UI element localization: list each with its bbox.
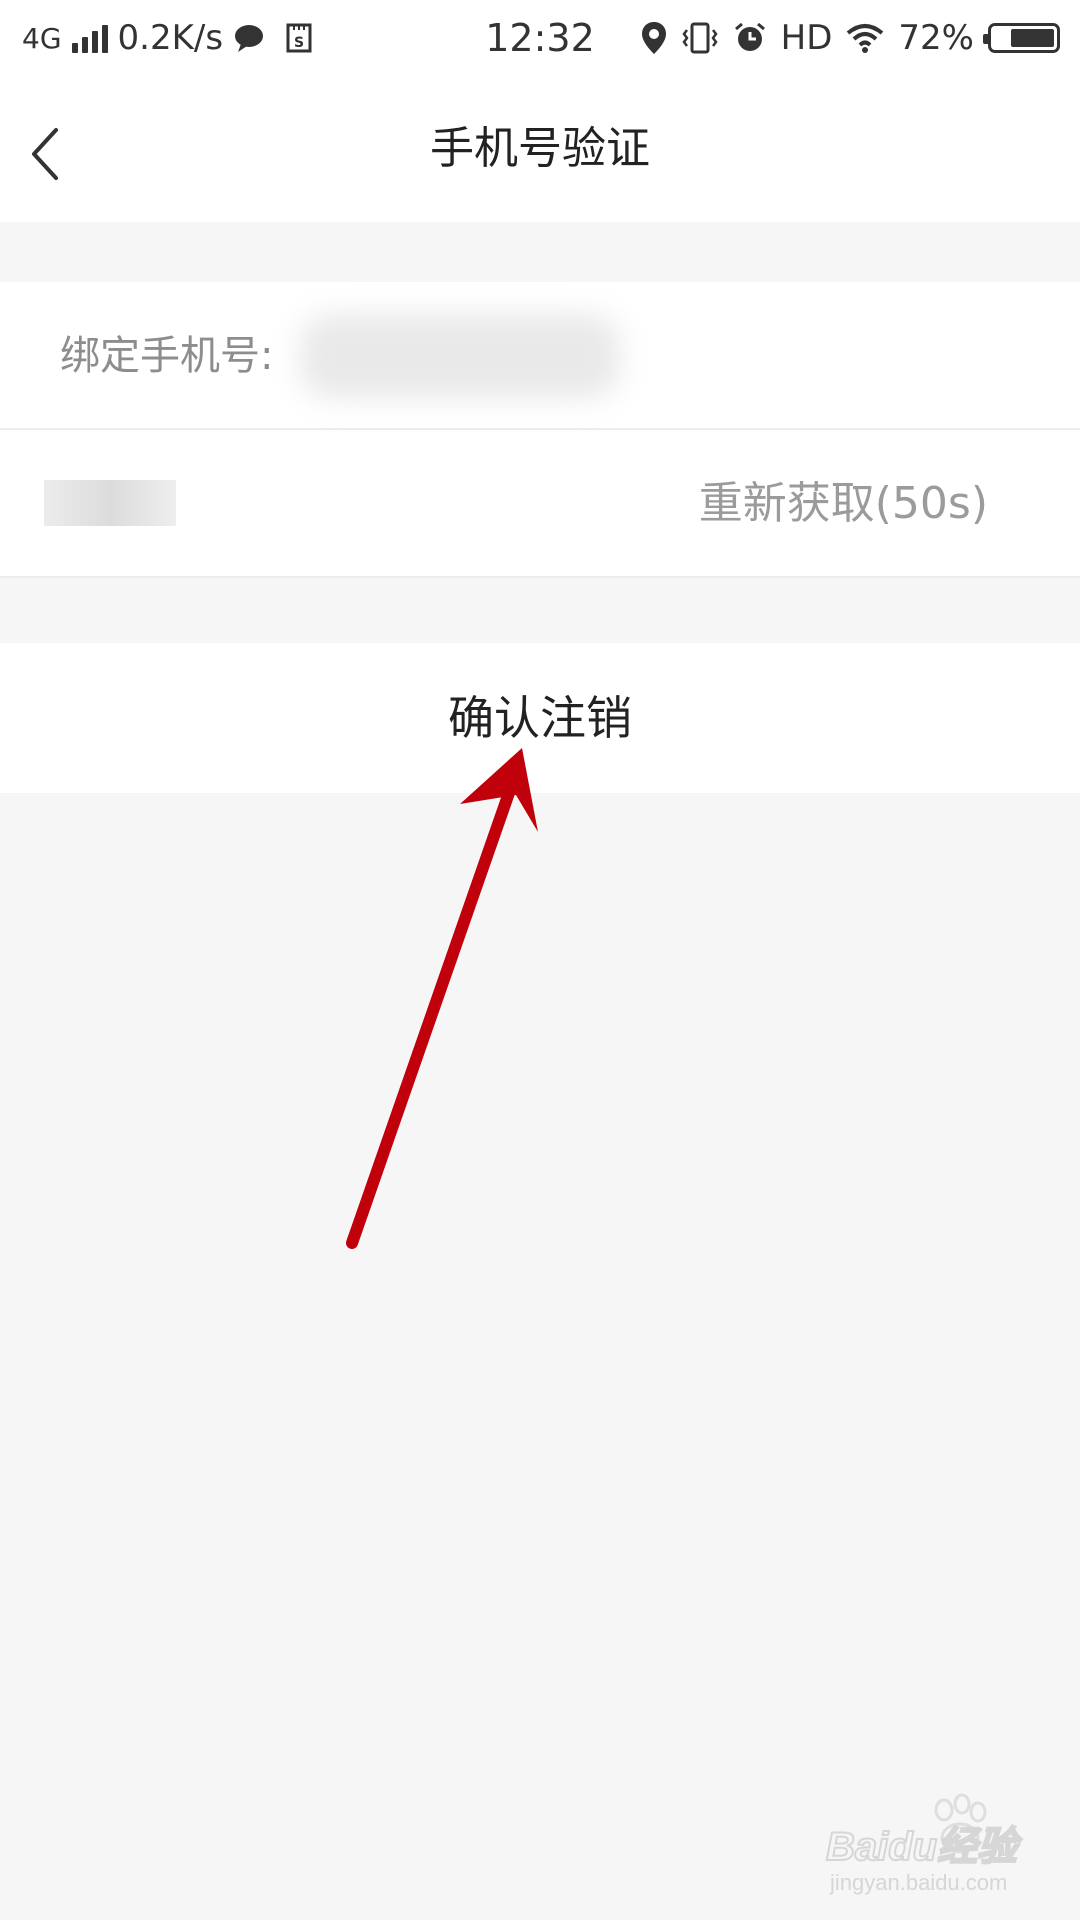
confirm-cancel-account-button[interactable]: 确认注销 bbox=[0, 643, 1080, 793]
status-bar: 4G 0.2K/s S 12:32 HD 72% bbox=[0, 0, 1080, 76]
verification-code-row: 重新获取(50s) bbox=[0, 430, 1080, 578]
nav-bar: 手机号验证 bbox=[0, 76, 1080, 222]
battery-level bbox=[1010, 29, 1054, 47]
battery-percent: 72% bbox=[898, 18, 974, 58]
alarm-icon bbox=[734, 22, 765, 51]
hd-indicator: HD bbox=[780, 18, 833, 58]
vibrate-icon bbox=[682, 22, 718, 54]
arrow-shaft bbox=[346, 784, 516, 1249]
resend-code-button[interactable]: 重新获取(50s) bbox=[699, 430, 988, 578]
watermark-url: jingyan.baidu.com bbox=[829, 1870, 1007, 1895]
wifi-icon bbox=[847, 24, 884, 53]
baidu-jingyan-watermark: Baidu经验 jingyan.baidu.com bbox=[825, 1793, 1024, 1895]
battery-icon bbox=[983, 23, 1060, 53]
bound-phone-row: 绑定手机号: bbox=[0, 282, 1080, 430]
bound-phone-label: 绑定手机号: bbox=[60, 333, 274, 379]
verification-code-input[interactable] bbox=[44, 480, 176, 526]
location-icon bbox=[641, 22, 666, 54]
verification-form: 绑定手机号: 重新获取(50s) bbox=[0, 282, 1080, 578]
masked-phone-number bbox=[300, 314, 620, 398]
status-right: HD 72% bbox=[641, 14, 1060, 62]
watermark-brand: Baidu经验 bbox=[826, 1825, 1023, 1869]
page-title: 手机号验证 bbox=[430, 123, 650, 174]
